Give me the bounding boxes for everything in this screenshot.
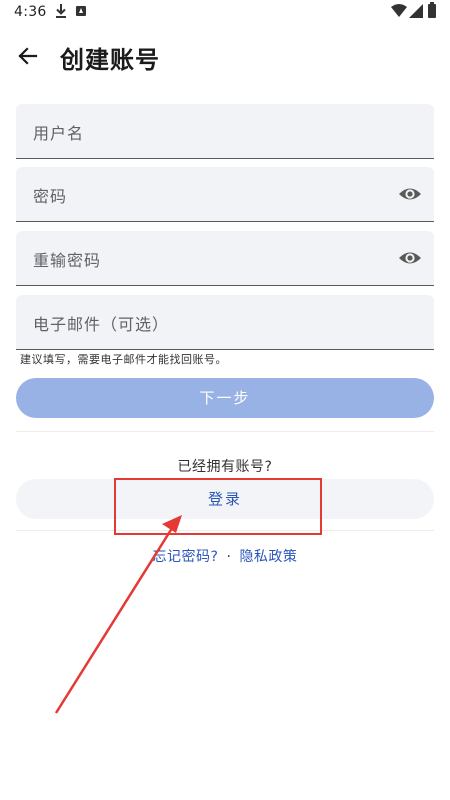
email-field[interactable]: 电子邮件（可选） [16,295,434,350]
app-bar: 创建账号 [0,24,450,88]
confirm-password-field[interactable]: 重输密码 [16,231,434,286]
divider [16,431,434,432]
next-button[interactable]: 下一步 [16,378,434,418]
status-time: 4:36 [14,4,47,20]
username-field[interactable]: 用户名 [16,104,434,159]
back-button[interactable] [10,36,46,76]
have-account-prompt: 已经拥有账号? [177,459,273,475]
footer-separator: · [226,549,232,565]
privacy-policy-link[interactable]: 隐私政策 [239,549,297,565]
download-icon [54,3,68,23]
signal-icon [409,4,423,22]
arrow-back-icon [18,47,38,65]
forgot-password-link[interactable]: 忘记密码? [153,549,219,565]
email-placeholder: 电子邮件（可选） [33,315,170,334]
email-hint: 建议填写，需要电子邮件才能找回账号。 [20,353,227,366]
wifi-icon [391,4,407,22]
battery-icon [428,2,436,18]
a-notification-icon [76,6,86,16]
annotation-highlight-box [114,478,322,535]
eye-icon[interactable] [398,247,422,273]
password-placeholder: 密码 [33,187,68,206]
footer-links: 忘记密码? · 隐私政策 [0,546,450,566]
page-title: 创建账号 [60,46,160,74]
username-placeholder: 用户名 [33,124,85,143]
eye-icon[interactable] [398,183,422,209]
confirm-password-placeholder: 重输密码 [33,251,102,270]
create-account-screen: 4:36 创建账号 用户名 密码 重输密码 电子邮件（可选） 建议填写，需要电子… [0,0,450,800]
status-bar: 4:36 [0,0,450,24]
password-field[interactable]: 密码 [16,167,434,222]
